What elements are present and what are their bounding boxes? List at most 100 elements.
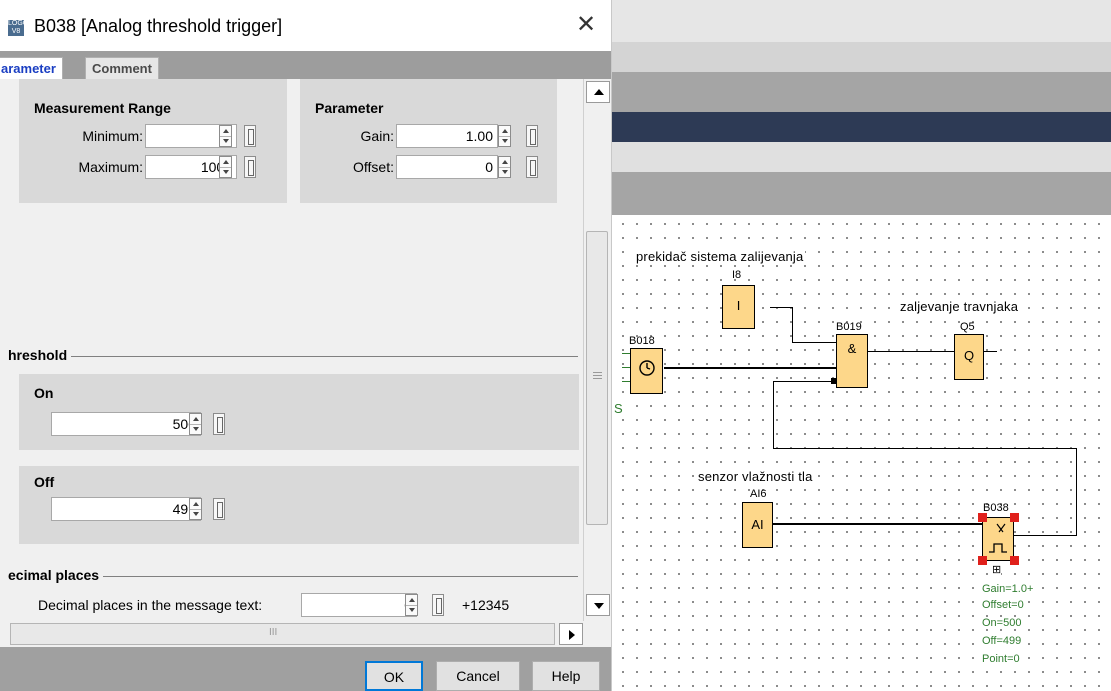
scroll-down-button[interactable]	[586, 594, 610, 616]
and-block-b019[interactable]: &	[836, 334, 868, 388]
threshold-divider	[8, 356, 578, 357]
analog-input-block-ai6[interactable]: AI	[742, 502, 773, 548]
offset-reference-button[interactable]	[526, 156, 538, 178]
selection-handle[interactable]	[1010, 513, 1019, 522]
gain-input[interactable]: 1.00	[396, 124, 498, 148]
selection-handle[interactable]	[978, 513, 987, 522]
wire	[664, 367, 836, 369]
spinner-divider	[190, 509, 201, 510]
wire	[1012, 535, 1077, 536]
toolbar-band	[612, 42, 1111, 72]
decimal-places-label: Decimal places in the message text:	[38, 597, 263, 613]
off-title: Off	[34, 474, 55, 490]
threshold-title: hreshold	[8, 347, 72, 363]
threshold-on-panel: On 500	[19, 374, 579, 450]
gain-spinner[interactable]	[498, 125, 511, 147]
spin-down-icon[interactable]	[223, 139, 229, 143]
spin-up-icon[interactable]	[223, 160, 229, 164]
help-button[interactable]: Help	[532, 661, 600, 691]
input-stub	[622, 353, 630, 354]
toolbar-band	[612, 72, 1111, 112]
on-spinner[interactable]	[189, 413, 202, 435]
minimum-spinner[interactable]	[219, 125, 232, 147]
tab-parameter[interactable]: arameter	[0, 57, 63, 79]
block-symbol: I	[736, 298, 741, 313]
off-input[interactable]: 499	[51, 497, 201, 521]
spin-up-icon[interactable]	[193, 502, 199, 506]
off-reference-button[interactable]	[213, 498, 225, 520]
off-spinner[interactable]	[189, 498, 202, 520]
input-block-i8[interactable]: I	[722, 285, 755, 329]
wire	[868, 351, 954, 352]
expand-icon[interactable]: ⊞	[992, 563, 1002, 576]
scroll-up-button[interactable]	[586, 81, 610, 103]
decimal-places-input[interactable]: 0	[301, 593, 417, 617]
offset-spinner[interactable]	[498, 156, 511, 178]
maximum-reference-button[interactable]	[244, 156, 256, 178]
decimal-places-spinner[interactable]	[405, 594, 418, 616]
spin-down-icon[interactable]	[502, 170, 508, 174]
vertical-scroll-thumb[interactable]	[586, 231, 608, 525]
gain-reference-button[interactable]	[526, 125, 538, 147]
spin-down-icon[interactable]	[502, 139, 508, 143]
spin-down-icon[interactable]	[223, 170, 229, 174]
minimum-reference-button[interactable]	[244, 125, 256, 147]
input-stub	[622, 367, 630, 368]
dialog-footer: OK Cancel Help	[0, 647, 611, 691]
scroll-right-button[interactable]	[559, 623, 583, 645]
grip-line	[593, 375, 602, 376]
decimal-places-reference-button[interactable]	[432, 594, 444, 616]
on-input[interactable]: 500	[51, 412, 201, 436]
wire	[1076, 448, 1077, 536]
toolbar-band-dark	[612, 112, 1111, 142]
diagram-canvas[interactable]: prekidač sistema zalijevanja zaljevanje …	[612, 215, 1111, 691]
spin-up-icon[interactable]	[193, 417, 199, 421]
b038-param-off: Off=499	[982, 635, 1022, 647]
timer-block-b018[interactable]	[630, 348, 663, 394]
block-label-ai6: AI6	[750, 488, 767, 500]
maximum-label: Maximum:	[78, 159, 143, 175]
spin-down-icon[interactable]	[409, 608, 415, 612]
wire	[773, 381, 836, 382]
chevron-down-icon	[594, 603, 604, 609]
block-symbol: Q	[963, 348, 975, 363]
vertical-scrollbar[interactable]	[583, 79, 611, 621]
grip-icon: III	[269, 627, 278, 638]
chevron-right-icon	[569, 630, 575, 640]
block-properties-dialog: LOGO V8 B038 [Analog threshold trigger] …	[0, 0, 612, 691]
wire	[773, 381, 774, 448]
output-block-q5[interactable]: Q	[954, 334, 984, 380]
ok-button[interactable]: OK	[365, 661, 423, 691]
dialog-titlebar[interactable]: LOGO V8 B038 [Analog threshold trigger] …	[0, 0, 611, 51]
block-symbol: &	[847, 341, 857, 356]
spin-up-icon[interactable]	[502, 129, 508, 133]
selection-handle[interactable]	[978, 556, 987, 565]
sensor-comment: senzor vlažnosti tla	[696, 469, 815, 484]
spin-up-icon[interactable]	[502, 160, 508, 164]
spin-up-icon[interactable]	[223, 129, 229, 133]
b038-param-gain: Gain=1.0+	[982, 583, 1034, 595]
wire	[770, 307, 793, 308]
offset-input[interactable]: 0	[396, 155, 498, 179]
horizontal-scroll-thumb[interactable]: III	[10, 623, 555, 645]
gain-label: Gain:	[360, 128, 394, 144]
tab-comment[interactable]: Comment	[85, 57, 159, 79]
cancel-button[interactable]: Cancel	[436, 661, 520, 691]
horizontal-scrollbar[interactable]: III	[0, 621, 611, 647]
b038-param-on: On=500	[982, 617, 1022, 629]
b038-param-offset: Offset=0	[982, 599, 1024, 611]
spinner-divider	[220, 136, 231, 137]
threshold-block-b038[interactable]	[982, 517, 1014, 561]
chevron-up-icon	[594, 89, 604, 95]
close-icon[interactable]: ✕	[576, 10, 596, 39]
spin-down-icon[interactable]	[193, 427, 199, 431]
measurement-range-panel: Measurement Range Minimum: 0 Maximum: 10…	[19, 79, 287, 203]
on-reference-button[interactable]	[213, 413, 225, 435]
toolbar-band	[612, 0, 1111, 42]
toolbar-band	[612, 172, 1111, 215]
maximum-spinner[interactable]	[219, 156, 232, 178]
block-label-b019: B019	[836, 321, 862, 333]
spin-up-icon[interactable]	[409, 598, 415, 602]
spin-down-icon[interactable]	[193, 512, 199, 516]
selection-handle[interactable]	[1010, 556, 1019, 565]
